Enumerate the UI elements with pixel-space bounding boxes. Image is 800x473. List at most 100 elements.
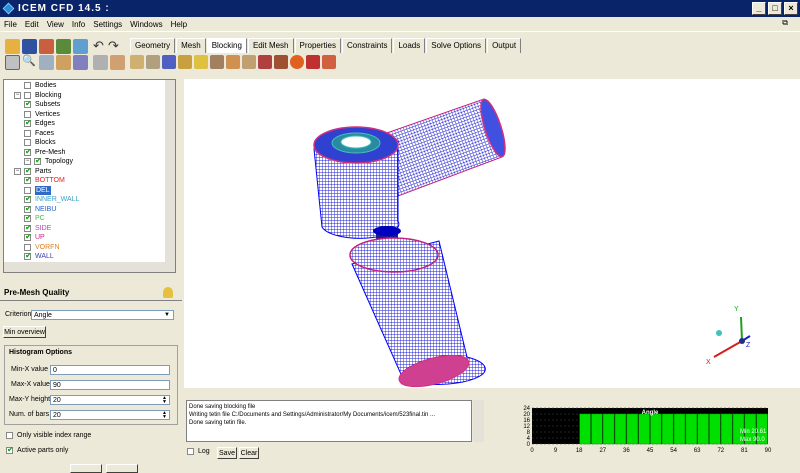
- clear-log-button[interactable]: Clear: [239, 447, 259, 459]
- message-scrollbar[interactable]: [473, 400, 484, 442]
- close-button[interactable]: ×: [784, 2, 798, 15]
- tree-checkbox[interactable]: [24, 82, 31, 89]
- tree-item[interactable]: Edges: [24, 118, 55, 128]
- edit-block-icon[interactable]: [178, 55, 192, 69]
- log-checkbox[interactable]: [187, 448, 194, 455]
- tree-checkbox[interactable]: [24, 166, 32, 175]
- delete-block-icon[interactable]: [322, 55, 336, 69]
- only-visible-checkbox[interactable]: [6, 432, 13, 439]
- tree-checkbox[interactable]: [24, 139, 31, 146]
- graphics-viewport[interactable]: Y Z X: [184, 79, 800, 388]
- menu-file[interactable]: File: [4, 20, 17, 29]
- redo-icon[interactable]: ↷: [108, 39, 123, 54]
- maximize-button[interactable]: □: [768, 2, 782, 15]
- tree-item[interactable]: Faces: [24, 129, 54, 138]
- tree-checkbox[interactable]: [24, 213, 32, 222]
- tab-blocking[interactable]: Blocking: [206, 38, 247, 53]
- message-window[interactable]: Done saving blocking file Writing tetin …: [186, 400, 472, 442]
- tab-output[interactable]: Output: [487, 38, 522, 53]
- tab-mesh[interactable]: Mesh: [176, 38, 206, 53]
- dismiss-button[interactable]: [106, 464, 138, 473]
- menu-info[interactable]: Info: [72, 20, 85, 29]
- tree-checkbox[interactable]: [34, 156, 42, 165]
- move-vertex-icon[interactable]: [210, 55, 224, 69]
- tree-checkbox[interactable]: [24, 243, 31, 251]
- bars-input[interactable]: 20: [50, 410, 170, 420]
- tree-item[interactable]: UP: [24, 232, 45, 242]
- tree-checkbox[interactable]: [24, 232, 32, 241]
- tab-geometry[interactable]: Geometry: [130, 38, 176, 53]
- tree-checkbox[interactable]: [24, 129, 31, 137]
- refresh-icon[interactable]: [56, 55, 71, 70]
- quality-histogram[interactable]: 0 4 8 12 16 20 24 0 9 18 27 36 45 54 63 72 81 90 Angle Min …: [514, 404, 772, 456]
- menu-settings[interactable]: Settings: [93, 20, 122, 29]
- restore-icon[interactable]: ⧉: [782, 18, 788, 28]
- menu-view[interactable]: View: [47, 20, 64, 29]
- tree-expander-icon[interactable]: −: [14, 167, 21, 175]
- edit-edge-icon[interactable]: [242, 55, 256, 69]
- tree-item[interactable]: Bodies: [24, 81, 56, 90]
- geometry-open-icon[interactable]: [39, 39, 54, 54]
- tab-loads[interactable]: Loads: [393, 38, 426, 53]
- tree-checkbox[interactable]: [24, 110, 31, 118]
- tree-vertical-scrollbar[interactable]: [165, 80, 175, 272]
- associate-icon[interactable]: [194, 55, 208, 69]
- active-parts-row[interactable]: Active parts only: [6, 445, 68, 454]
- tree-checkbox[interactable]: [24, 99, 32, 108]
- split-block-icon[interactable]: [146, 55, 160, 69]
- pre-mesh-smooth-icon[interactable]: [290, 55, 304, 69]
- min-overview-button[interactable]: Min overview: [3, 326, 46, 338]
- only-visible-row[interactable]: Only visible index range: [6, 432, 91, 439]
- bars-spinner[interactable]: ▲ ▼: [162, 411, 170, 420]
- tab-properties[interactable]: Properties: [294, 38, 341, 53]
- measure-icon[interactable]: [39, 55, 54, 70]
- blocking-open-icon[interactable]: [73, 39, 88, 54]
- tree-item[interactable]: Pre-Mesh: [24, 147, 65, 157]
- tree-item[interactable]: − Blocking: [14, 91, 61, 100]
- minimize-button[interactable]: _: [752, 2, 766, 15]
- transform-blocks-icon[interactable]: [226, 55, 240, 69]
- criterion-select[interactable]: Angle ▼: [31, 310, 174, 320]
- tree-item[interactable]: − Parts: [14, 166, 51, 176]
- apply-button[interactable]: [70, 464, 102, 473]
- home-icon[interactable]: [110, 55, 125, 70]
- open-icon[interactable]: [5, 39, 20, 54]
- maxy-spinner[interactable]: ▲ ▼: [162, 396, 170, 405]
- tree-expander-icon[interactable]: −: [14, 91, 21, 99]
- menu-edit[interactable]: Edit: [25, 20, 39, 29]
- menu-help[interactable]: Help: [171, 20, 187, 29]
- tab-edit-mesh[interactable]: Edit Mesh: [247, 38, 294, 53]
- tab-solve-options[interactable]: Solve Options: [426, 38, 487, 53]
- check-blocks-icon[interactable]: [306, 55, 320, 69]
- tree-checkbox[interactable]: [24, 147, 32, 156]
- tree-checkbox[interactable]: [24, 223, 32, 232]
- fit-window-icon[interactable]: [5, 55, 20, 70]
- save-icon[interactable]: [22, 39, 37, 54]
- tree-checkbox[interactable]: [24, 118, 32, 127]
- tree-expander-icon[interactable]: −: [24, 158, 31, 165]
- pre-mesh-quality-icon[interactable]: [274, 55, 288, 69]
- tree-item[interactable]: Subsets: [24, 99, 60, 109]
- tab-constraints[interactable]: Constraints: [341, 38, 393, 53]
- mesh-open-icon[interactable]: [56, 39, 71, 54]
- pre-mesh-params-icon[interactable]: [258, 55, 272, 69]
- help-icon[interactable]: [163, 287, 173, 298]
- minx-input[interactable]: 0: [50, 365, 170, 375]
- solid-view-icon[interactable]: [93, 55, 108, 70]
- tree-item[interactable]: BOTTOM: [24, 175, 65, 185]
- menu-windows[interactable]: Windows: [130, 20, 162, 29]
- tree-horizontal-scrollbar[interactable]: [4, 262, 175, 272]
- tree-checkbox[interactable]: [24, 175, 32, 184]
- create-block-icon[interactable]: [130, 55, 144, 69]
- undo-icon[interactable]: ↶: [93, 39, 108, 54]
- zoom-icon[interactable]: 🔍: [22, 55, 37, 70]
- tree-checkbox[interactable]: [24, 91, 31, 99]
- tree-checkbox[interactable]: [24, 186, 31, 194]
- active-parts-checkbox[interactable]: [6, 445, 14, 454]
- maxx-input[interactable]: 90: [50, 380, 170, 390]
- tree-checkbox[interactable]: [24, 251, 32, 260]
- merge-vertices-icon[interactable]: [162, 55, 176, 69]
- tree-checkbox[interactable]: [24, 194, 32, 203]
- tree-checkbox[interactable]: [24, 204, 32, 213]
- tree-item[interactable]: INNER_WALL: [24, 194, 79, 204]
